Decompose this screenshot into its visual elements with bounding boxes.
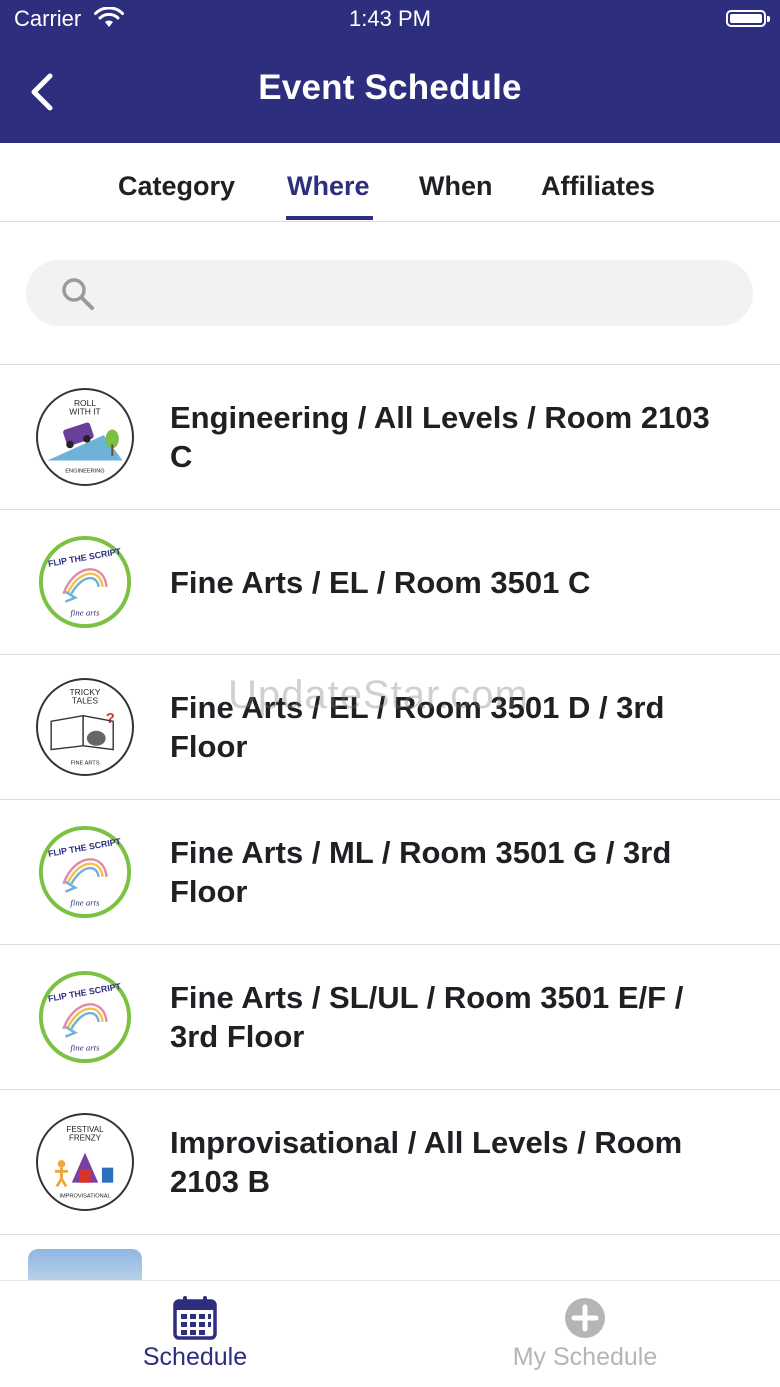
calendar-icon: [173, 1296, 217, 1340]
svg-text:fine arts: fine arts: [70, 607, 100, 617]
flip-the-script-logo-icon: FLIP THE SCRIPT fine arts: [36, 968, 134, 1066]
add-circle-icon: [565, 1298, 605, 1338]
svg-text:TALES: TALES: [72, 696, 99, 706]
list-item[interactable]: ROLL WITH IT ENGINEERING Engineering / A…: [0, 365, 780, 510]
location-list: ROLL WITH IT ENGINEERING Engineering / A…: [0, 365, 780, 1299]
tab-schedule[interactable]: Schedule: [0, 1281, 390, 1387]
search-section: [0, 222, 780, 365]
list-item[interactable]: FESTIVAL FRENZY IMPROVISATIONAL Improvis…: [0, 1090, 780, 1235]
svg-text:ENGINEERING: ENGINEERING: [65, 469, 104, 475]
festival-frenzy-logo-icon: FESTIVAL FRENZY IMPROVISATIONAL: [36, 1113, 134, 1211]
search-bar[interactable]: [26, 260, 753, 328]
location-label: Fine Arts / EL / Room 3501 D / 3rd Floor: [170, 690, 665, 764]
tab-affiliates[interactable]: Affiliates: [541, 171, 655, 202]
tab-my-schedule[interactable]: My Schedule: [390, 1281, 780, 1387]
flip-the-script-logo-icon: FLIP THE SCRIPT fine arts: [36, 533, 134, 631]
roll-with-it-logo-icon: ROLL WITH IT ENGINEERING: [36, 388, 134, 486]
flip-the-script-logo-icon: FLIP THE SCRIPT fine arts: [36, 823, 134, 921]
active-tab-indicator: [286, 216, 373, 220]
tab-category[interactable]: Category: [118, 171, 235, 202]
list-item[interactable]: TRICKY TALES ? FINE ARTS Fine Arts / EL …: [0, 655, 780, 800]
tab-my-schedule-label: My Schedule: [512, 1343, 658, 1371]
tab-where[interactable]: Where: [287, 171, 370, 202]
location-label: Fine Arts / ML / Room 3501 G / 3rd Floor: [170, 835, 672, 909]
battery-icon: [726, 10, 770, 27]
status-bar: Carrier 1:43 PM: [0, 0, 780, 40]
nav-header: Carrier 1:43 PM Event Schedule: [0, 0, 780, 143]
svg-text:IMPROVISATIONAL: IMPROVISATIONAL: [59, 1194, 110, 1200]
location-label: Fine Arts / EL / Room 3501 C: [170, 564, 591, 600]
filter-tabs: Category Where When Affiliates: [0, 143, 780, 222]
svg-text:?: ?: [106, 710, 115, 727]
svg-text:FINE ARTS: FINE ARTS: [71, 761, 100, 767]
svg-text:fine arts: fine arts: [70, 897, 100, 907]
page-title: Event Schedule: [258, 68, 522, 107]
list-item[interactable]: FLIP THE SCRIPT fine arts Fine Arts / ML…: [0, 800, 780, 945]
tab-when[interactable]: When: [419, 171, 493, 202]
location-label: Fine Arts / SL/UL / Room 3501 E/F / 3rd …: [170, 980, 684, 1054]
location-label: Engineering / All Levels / Room 2103 C: [170, 400, 710, 474]
search-input[interactable]: [106, 260, 730, 328]
location-label: Improvisational / All Levels / Room 2103…: [170, 1125, 683, 1199]
clock: 1:43 PM: [349, 6, 431, 31]
svg-text:fine arts: fine arts: [70, 1042, 100, 1052]
list-item[interactable]: FLIP THE SCRIPT fine arts Fine Arts / EL…: [0, 510, 780, 655]
tab-schedule-label: Schedule: [142, 1343, 248, 1371]
svg-text:FRENZY: FRENZY: [69, 1133, 102, 1142]
bottom-tab-bar: Schedule My Schedule: [0, 1281, 780, 1387]
tricky-tales-logo-icon: TRICKY TALES ? FINE ARTS: [36, 678, 134, 776]
svg-text:WITH IT: WITH IT: [69, 406, 100, 416]
list-item[interactable]: FLIP THE SCRIPT fine arts Fine Arts / SL…: [0, 945, 780, 1090]
search-icon: [62, 278, 94, 310]
